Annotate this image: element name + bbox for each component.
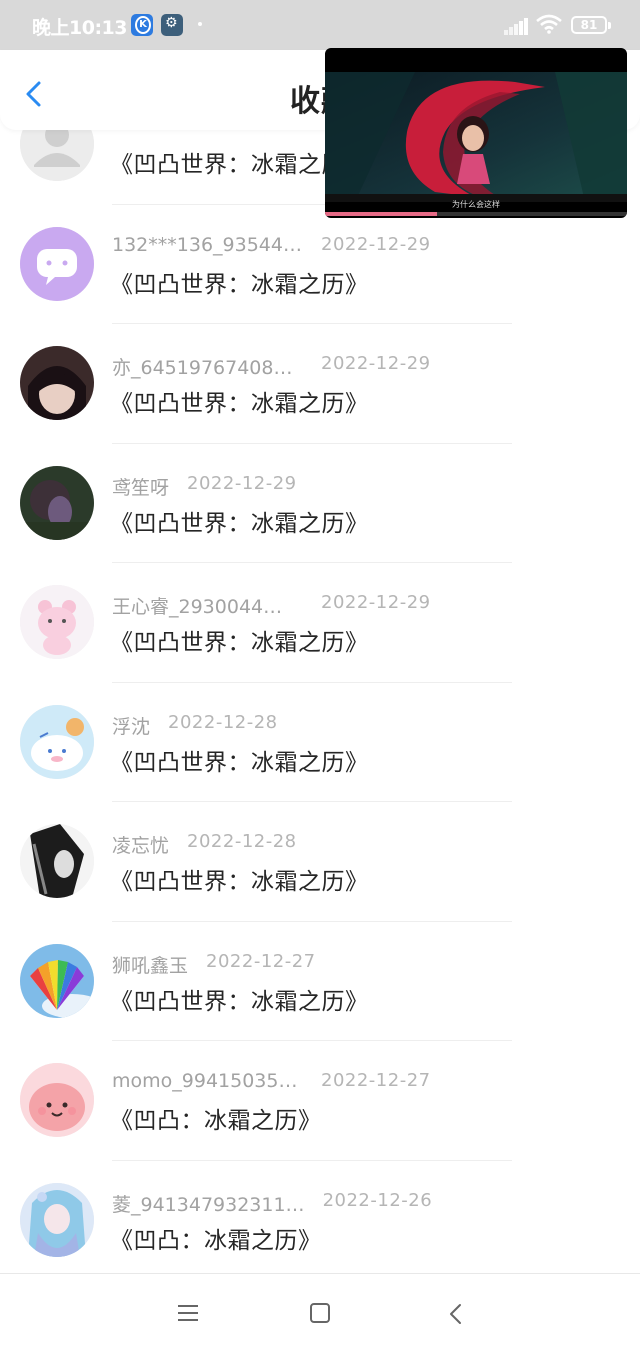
item-date: 2022-12-27 [321,1070,431,1091]
floating-video-player[interactable]: 为什么会这样 [325,48,627,218]
signal-icon [504,17,528,35]
list-item[interactable]: 浮沈 2022-12-28 《凹凸世界：冰霜之历》 [0,683,640,802]
list-item[interactable]: 王心睿_2930044… 2022-12-29 《凹凸世界：冰霜之历》 [0,563,640,683]
back-triangle-icon[interactable] [446,1303,466,1325]
list-item[interactable]: 凌忘忧 2022-12-28 《凹凸世界：冰霜之历》 [0,802,640,922]
item-date: 2022-12-29 [187,472,297,494]
k-app-icon [131,14,153,36]
avatar[interactable] [20,226,94,301]
user-name[interactable]: 王心睿_2930044… [112,592,282,619]
video-progress-bar[interactable] [325,212,627,216]
system-nav-bar [0,1273,640,1351]
item-date: 2022-12-26 [322,1189,433,1211]
avatar[interactable] [20,465,94,540]
user-name[interactable]: 菱_941347932311… [112,1190,305,1217]
item-meta: 王心睿_2930044… [112,592,282,619]
item-title[interactable]: 《凹凸世界：冰霜之历》 [110,743,369,777]
favorites-list: 《凹凸世界：冰霜之历》 132***136_93544… 2022-12-29 《凹凸… [0,85,640,1280]
cinnamoroll-avatar [20,704,94,779]
avatar[interactable] [20,943,94,1018]
item-meta: 凌忘忧 [112,831,169,858]
item-date: 2022-12-29 [321,233,431,255]
video-frame [325,72,627,202]
list-item[interactable]: 132***136_93544… 2022-12-29 《凹凸世界：冰霜之历》 [0,205,640,324]
avatar[interactable] [20,704,94,779]
item-date: 2022-12-28 [168,711,278,733]
item-title[interactable]: 《凹凸：冰霜之历》 [110,1101,322,1135]
menu-icon[interactable] [178,1304,198,1322]
avatar[interactable] [20,824,94,898]
user-name[interactable]: 浮沈 [112,712,150,739]
dot-icon [198,22,202,26]
avatar[interactable] [20,1182,94,1257]
item-title[interactable]: 《凹凸世界：冰霜之历》 [110,982,369,1016]
wifi-icon [536,14,562,34]
battery-level: 81 [580,18,598,32]
user-name[interactable]: 狮吼鑫玉 [112,951,188,978]
item-date: 2022-12-27 [206,950,316,972]
item-meta: 狮吼鑫玉 [112,951,188,978]
user-name[interactable]: momo_99415035… [112,1070,297,1092]
rainbow-fan-avatar [20,943,94,1018]
status-bar: 晚上10:13 81 [0,0,640,50]
video-progress-fill [325,212,437,216]
gear-app-icon [161,14,183,36]
list-item[interactable]: 菱_941347932311… 2022-12-26 《凹凸：冰霜之历》 [0,1161,640,1280]
item-title[interactable]: 《凹凸世界：冰霜之历》 [110,265,369,299]
list-item[interactable]: 狮吼鑫玉 2022-12-27 《凹凸世界：冰霜之历》 [0,922,640,1041]
dark-photo-avatar [20,465,94,540]
blue-anime-avatar [20,1182,94,1257]
avatar[interactable] [20,346,94,420]
list-item[interactable]: 亦_64519767408… 2022-12-29 《凹凸世界：冰霜之历》 [0,324,640,444]
item-meta: 鸢笙呀 [112,473,169,500]
item-meta: 浮沈 [112,712,150,739]
anime-boy-avatar [20,346,94,420]
user-name[interactable]: 鸢笙呀 [112,473,169,500]
video-caption: 为什么会这样 [452,200,500,209]
pink-bear-avatar [20,585,94,659]
anime-girl-avatar [20,824,94,898]
item-date: 2022-12-29 [321,353,431,374]
item-meta: 132***136_93544… [112,234,302,256]
item-meta: 菱_941347932311… [112,1190,305,1217]
pink-blob-avatar [20,1063,94,1137]
chevron-left-icon[interactable] [20,80,48,108]
item-title[interactable]: 《凹凸：冰霜之历》 [110,1221,322,1255]
item-meta: 亦_64519767408… [112,353,292,380]
user-name[interactable]: 132***136_93544… [112,234,302,256]
item-title[interactable]: 《凹凸世界：冰霜之历》 [110,384,369,418]
item-title[interactable]: 《凹凸世界：冰霜之历》 [110,504,369,538]
purple-chat-avatar [20,226,94,301]
item-date: 2022-12-28 [187,831,297,852]
list-item[interactable]: momo_99415035… 2022-12-27 《凹凸：冰霜之历》 [0,1041,640,1161]
item-meta: momo_99415035… [112,1070,297,1092]
avatar[interactable] [20,1063,94,1137]
list-item[interactable]: 鸢笙呀 2022-12-29 《凹凸世界：冰霜之历》 [0,444,640,563]
item-date: 2022-12-29 [321,592,431,613]
item-title[interactable]: 《凹凸世界：冰霜之历》 [110,862,369,896]
status-time: 晚上10:13 [32,17,127,39]
battery-icon: 81 [571,16,611,34]
avatar[interactable] [20,585,94,659]
home-square-icon[interactable] [310,1303,330,1323]
item-title[interactable]: 《凹凸世界：冰霜之历》 [110,623,369,657]
user-name[interactable]: 亦_64519767408… [112,353,292,380]
user-name[interactable]: 凌忘忧 [112,831,169,858]
